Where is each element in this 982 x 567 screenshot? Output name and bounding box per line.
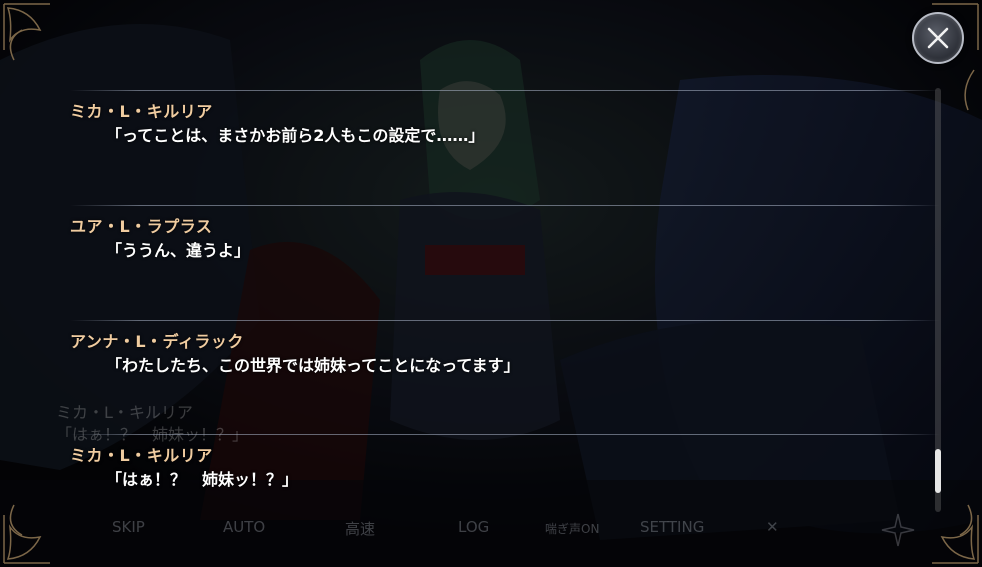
backlog-list: ミカ・L・キルリア 「ってことは、まさかお前ら2人もこの設定で……」 ユア・L・… — [0, 0, 982, 567]
close-icon — [927, 27, 949, 49]
log-entry[interactable]: ユア・L・ラプラス 「ううん、違うよ」 — [70, 205, 940, 305]
log-scrollbar[interactable] — [935, 88, 941, 512]
entry-divider — [70, 434, 940, 435]
speaker-name: ミカ・L・キルリア — [70, 102, 213, 121]
log-entry[interactable]: ミカ・L・キルリア 「はぁ！？ 姉妹ッ！？」 — [70, 434, 940, 534]
scrollbar-thumb[interactable] — [935, 449, 941, 493]
speaker-name: ユア・L・ラプラス — [70, 217, 213, 236]
speaker-name: アンナ・L・ディラック — [70, 332, 244, 351]
entry-divider — [70, 90, 940, 91]
speaker-name: ミカ・L・キルリア — [70, 446, 213, 465]
dialogue-text: 「ううん、違うよ」 — [106, 241, 251, 260]
entry-divider — [70, 320, 940, 321]
log-entry[interactable]: アンナ・L・ディラック 「わたしたち、この世界では姉妹ってことになってます」 — [70, 320, 940, 420]
close-log-button[interactable] — [912, 12, 964, 64]
log-entry[interactable]: ミカ・L・キルリア 「ってことは、まさかお前ら2人もこの設定で……」 — [70, 90, 940, 190]
dialogue-text: 「はぁ！？ 姉妹ッ！？」 — [106, 470, 299, 489]
dialogue-text: 「ってことは、まさかお前ら2人もこの設定で……」 — [106, 126, 485, 145]
dialogue-text: 「わたしたち、この世界では姉妹ってことになってます」 — [106, 356, 520, 375]
entry-divider — [70, 205, 940, 206]
